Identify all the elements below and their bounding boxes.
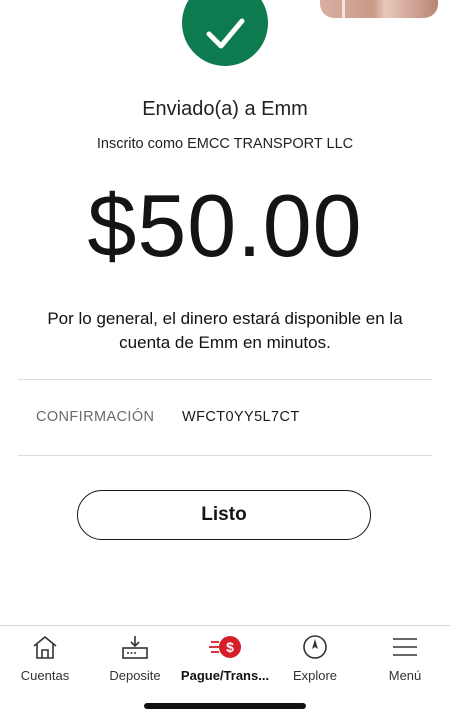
contact-photo bbox=[320, 0, 438, 18]
tab-pay-transfer[interactable]: $ Pague/Trans... bbox=[180, 626, 270, 696]
divider bbox=[18, 455, 432, 456]
tab-label: Pague/Trans... bbox=[180, 668, 270, 683]
svg-text:$: $ bbox=[226, 639, 234, 655]
tab-label: Explore bbox=[292, 668, 338, 683]
sent-to-heading: Enviado(a) a Emm bbox=[142, 98, 308, 120]
confirmation-label: CONFIRMACIÓN bbox=[36, 409, 155, 425]
availability-note: Por lo general, el dinero estará disponi… bbox=[47, 309, 403, 352]
divider bbox=[18, 379, 432, 380]
compass-icon bbox=[301, 633, 329, 661]
tab-menu[interactable]: Menú bbox=[360, 626, 450, 696]
enrolled-as-text: Inscrito como EMCC TRANSPORT LLC bbox=[96, 136, 354, 152]
tab-explore[interactable]: Explore bbox=[270, 626, 360, 696]
amount-display: $50.00 bbox=[87, 176, 363, 275]
menu-icon bbox=[391, 633, 419, 661]
deposit-icon bbox=[120, 633, 150, 661]
pay-transfer-icon: $ bbox=[208, 633, 242, 661]
success-check-icon bbox=[182, 0, 268, 66]
tab-deposit[interactable]: Deposite bbox=[90, 626, 180, 696]
tab-label: Cuentas bbox=[20, 668, 70, 683]
home-icon bbox=[31, 633, 59, 661]
confirmation-code: WFCT0YY5L7CT bbox=[182, 409, 300, 425]
home-indicator bbox=[144, 703, 306, 709]
done-button[interactable]: Listo bbox=[77, 490, 371, 540]
tab-accounts[interactable]: Cuentas bbox=[0, 626, 90, 696]
tab-label: Menú bbox=[388, 668, 422, 683]
tab-label: Deposite bbox=[109, 668, 161, 683]
